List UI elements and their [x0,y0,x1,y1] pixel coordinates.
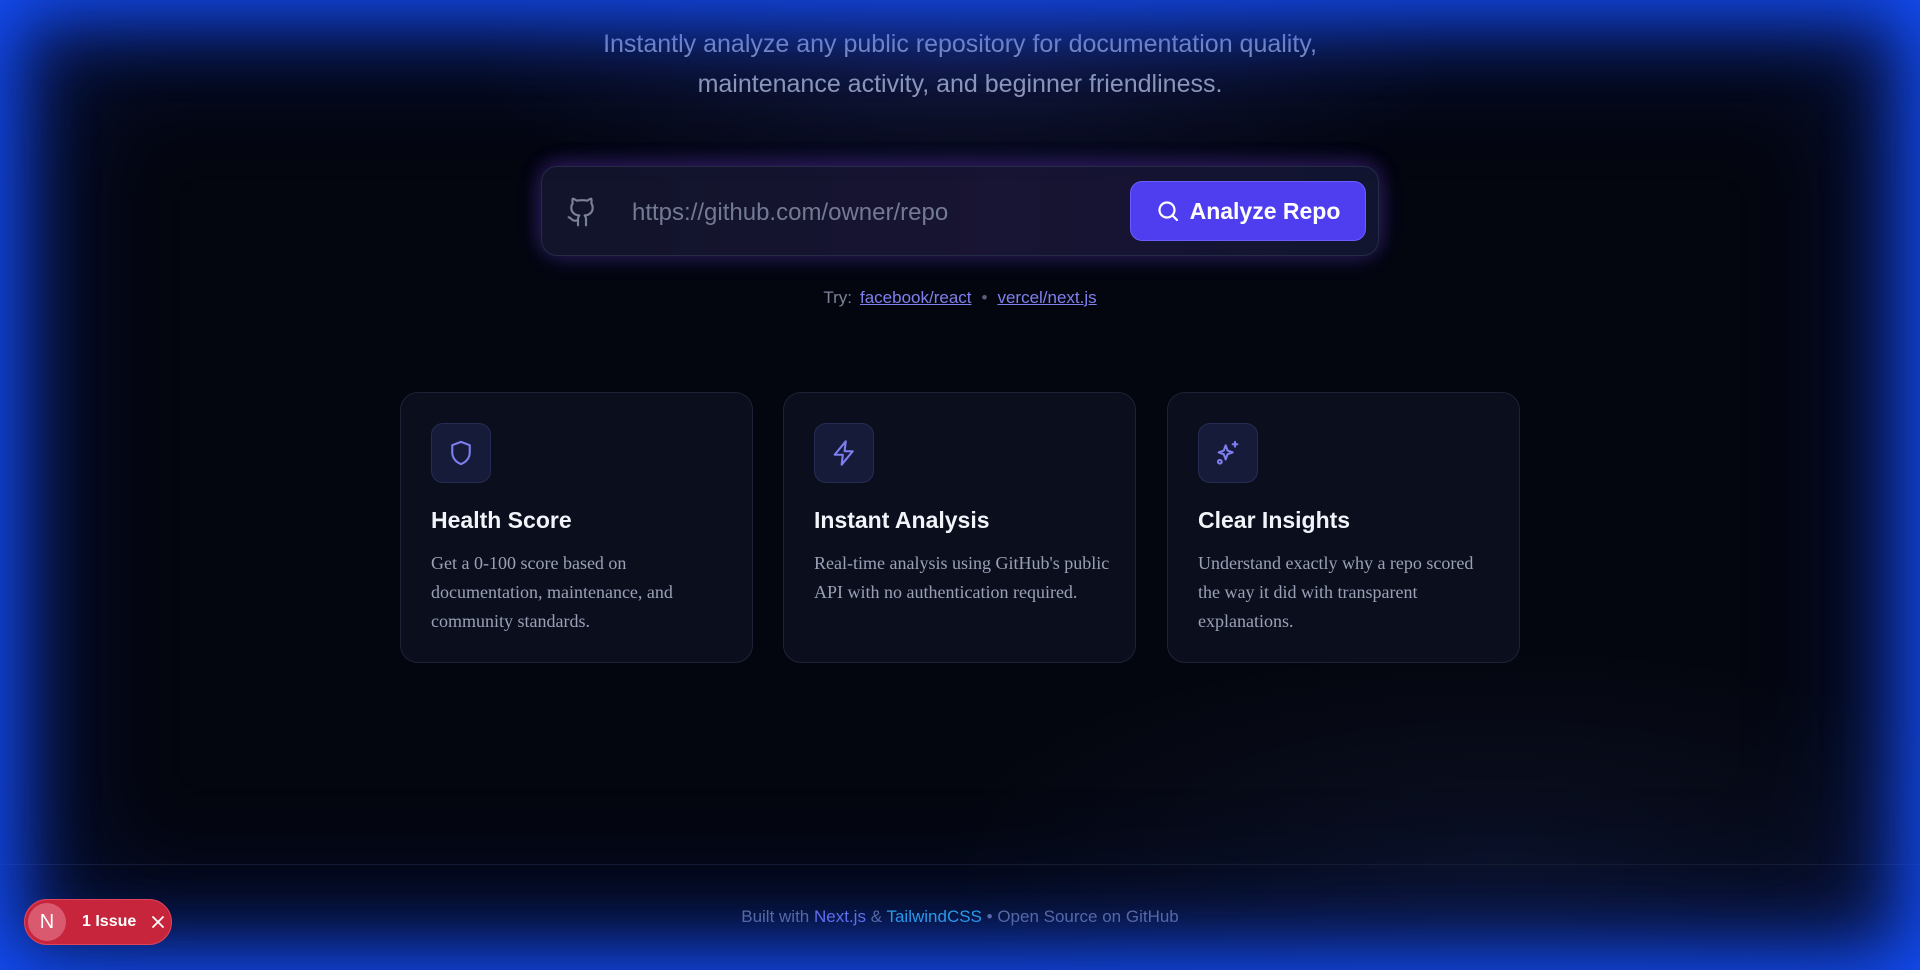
hero-subtitle: Instantly analyze any public repository … [0,24,1920,104]
example-repos: Try: facebook/react • vercel/next.js [0,288,1920,308]
sparkles-icon [1216,440,1239,465]
footer-nextjs: Next.js [814,907,866,926]
footer-divider [0,864,1920,865]
github-icon [567,197,594,227]
footer-tailwind: TailwindCSS [886,907,982,926]
footer-prefix: Built with [741,907,810,926]
repo-url-input[interactable] [630,189,1114,237]
example-label: Try: [823,288,852,307]
feature-icon-box [431,423,491,483]
dev-issues-badge[interactable]: N 1 Issue [24,899,172,945]
feature-card-clear-insights: Clear Insights Understand exactly why a … [1167,392,1520,663]
feature-description: Understand exactly why a repo scored the… [1198,553,1474,631]
footer-amp: & [870,907,883,926]
nextjs-logo-avatar: N [28,903,66,941]
page: Instantly analyze any public repository … [0,0,1920,970]
feature-card-instant-analysis: Instant Analysis Real-time analysis usin… [783,392,1136,663]
hero-subtitle-line-2: maintenance activity, and beginner frien… [697,70,1223,98]
issue-count-label: 1 Issue [82,913,137,930]
feature-title: Instant Analysis [814,507,990,533]
feature-icon-box [1198,423,1258,483]
search-icon [1157,201,1178,222]
analyze-repo-button-label: Analyze Repo [1189,197,1341,224]
feature-description: Get a 0-100 score based on documentation… [431,553,673,631]
example-separator: • [981,288,988,307]
example-link-vercel-nextjs[interactable]: vercel/next.js [997,288,1096,307]
footer: Built with Next.js & TailwindCSS • Open … [0,907,1920,927]
example-link-facebook-react[interactable]: facebook/react [860,288,972,307]
lightning-icon [833,440,854,466]
feature-card-health-score: Health Score Get a 0-100 score based on … [400,392,753,663]
repo-search-bar: Analyze Repo [541,166,1379,256]
feature-title: Clear Insights [1198,507,1351,533]
hero-subtitle-line-1: Instantly analyze any public repository … [603,30,1317,58]
analyze-repo-button[interactable]: Analyze Repo [1130,181,1366,241]
feature-title: Health Score [431,507,572,533]
feature-description: Real-time analysis using GitHub's public… [814,553,1110,602]
footer-suffix: • Open Source on GitHub [986,907,1179,926]
shield-icon [451,440,471,466]
feature-icon-box [814,423,874,483]
close-icon[interactable] [150,914,166,930]
